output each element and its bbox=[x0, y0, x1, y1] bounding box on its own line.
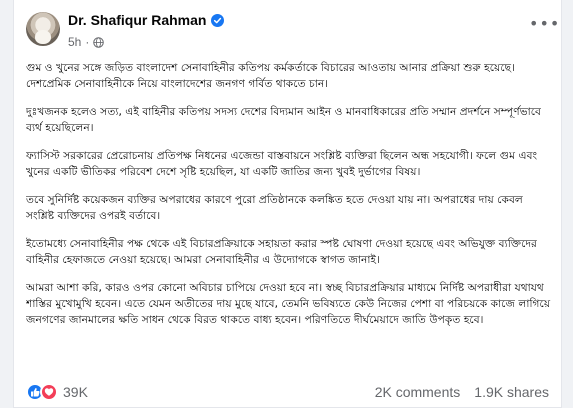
reaction-count: 39K bbox=[63, 384, 88, 400]
post-meta: 5h · bbox=[68, 35, 105, 49]
more-options-icon[interactable]: ••• bbox=[529, 14, 559, 34]
post-paragraph: ইতোমধ্যে সেনাবাহিনীর পক্ষ থেকে এই বিচারপ… bbox=[26, 237, 537, 266]
love-reaction-icon bbox=[40, 383, 58, 401]
engagement-bar: 39K 2K comments 1.9K shares bbox=[14, 379, 561, 407]
verified-badge-icon bbox=[211, 13, 225, 27]
post-stats: 2K comments 1.9K shares bbox=[375, 384, 549, 400]
post-header: Dr. Shafiqur Rahman 5h · ••• bbox=[14, 0, 561, 54]
comments-count[interactable]: 2K comments bbox=[375, 384, 461, 400]
post-paragraph: আমরা আশা করি, কারও ওপর কোনো অবিচার চাপিয… bbox=[26, 281, 551, 326]
globe-icon[interactable] bbox=[93, 36, 105, 48]
meta-separator: · bbox=[85, 35, 90, 49]
post-paragraph: তবে সুনির্দিষ্ট কয়েকজন ব্যক্তির অপরাধের… bbox=[26, 193, 523, 222]
post-paragraph: দুঃখজনক হলেও সত্য, এই বাহিনীর কতিপয় সদস… bbox=[26, 105, 542, 134]
reactions-summary[interactable]: 39K bbox=[26, 383, 88, 401]
avatar[interactable] bbox=[26, 12, 60, 46]
author-name[interactable]: Dr. Shafiqur Rahman bbox=[68, 12, 206, 28]
post-time[interactable]: 5h bbox=[68, 35, 81, 49]
post-paragraph: গুম ও খুনের সঙ্গে জড়িত বাংলাদেশ সেনাবাহ… bbox=[26, 61, 515, 90]
post-card: Dr. Shafiqur Rahman 5h · ••• গুম ও খুনের… bbox=[13, 0, 562, 408]
post-paragraph: ফ্যাসিস্ট সরকারের প্রেরোচনায় প্রতিপক্ষ … bbox=[26, 149, 538, 178]
author-row: Dr. Shafiqur Rahman bbox=[68, 12, 225, 28]
post-body: গুম ও খুনের সঙ্গে জড়িত বাংলাদেশ সেনাবাহ… bbox=[26, 60, 551, 378]
shares-count[interactable]: 1.9K shares bbox=[474, 384, 549, 400]
